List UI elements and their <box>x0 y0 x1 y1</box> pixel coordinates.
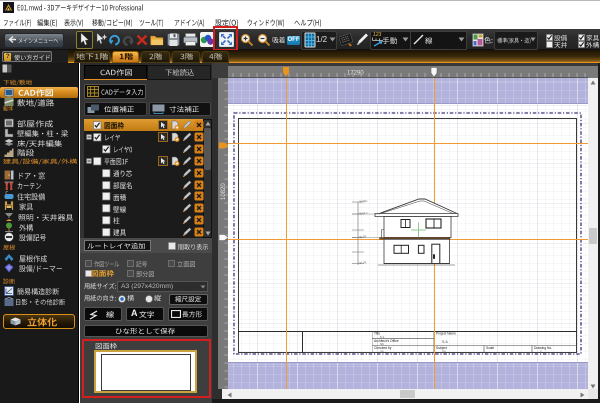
svg-text:S6: S6 <box>442 349 446 353</box>
svg-text:Project Name: Project Name <box>436 332 456 336</box>
svg-text:5-1: 5-1 <box>380 335 385 339</box>
svg-text:S.A: S.A <box>442 340 448 344</box>
svg-text:10820: 10820 <box>221 182 227 199</box>
svg-text:S6: S6 <box>380 349 384 353</box>
svg-text:GL2: GL2 <box>363 211 368 215</box>
svg-text:Max: Max <box>363 199 369 203</box>
svg-text:Scale: Scale <box>486 346 494 350</box>
svg-text:Architect's Office: Architect's Office <box>374 339 399 343</box>
svg-text:1FL: 1FL <box>363 261 368 265</box>
svg-text:17290: 17290 <box>347 71 364 77</box>
svg-text:Drawing No.: Drawing No. <box>534 346 552 350</box>
svg-text:2FL: 2FL <box>363 235 368 239</box>
svg-text:S6: S6 <box>380 342 384 346</box>
